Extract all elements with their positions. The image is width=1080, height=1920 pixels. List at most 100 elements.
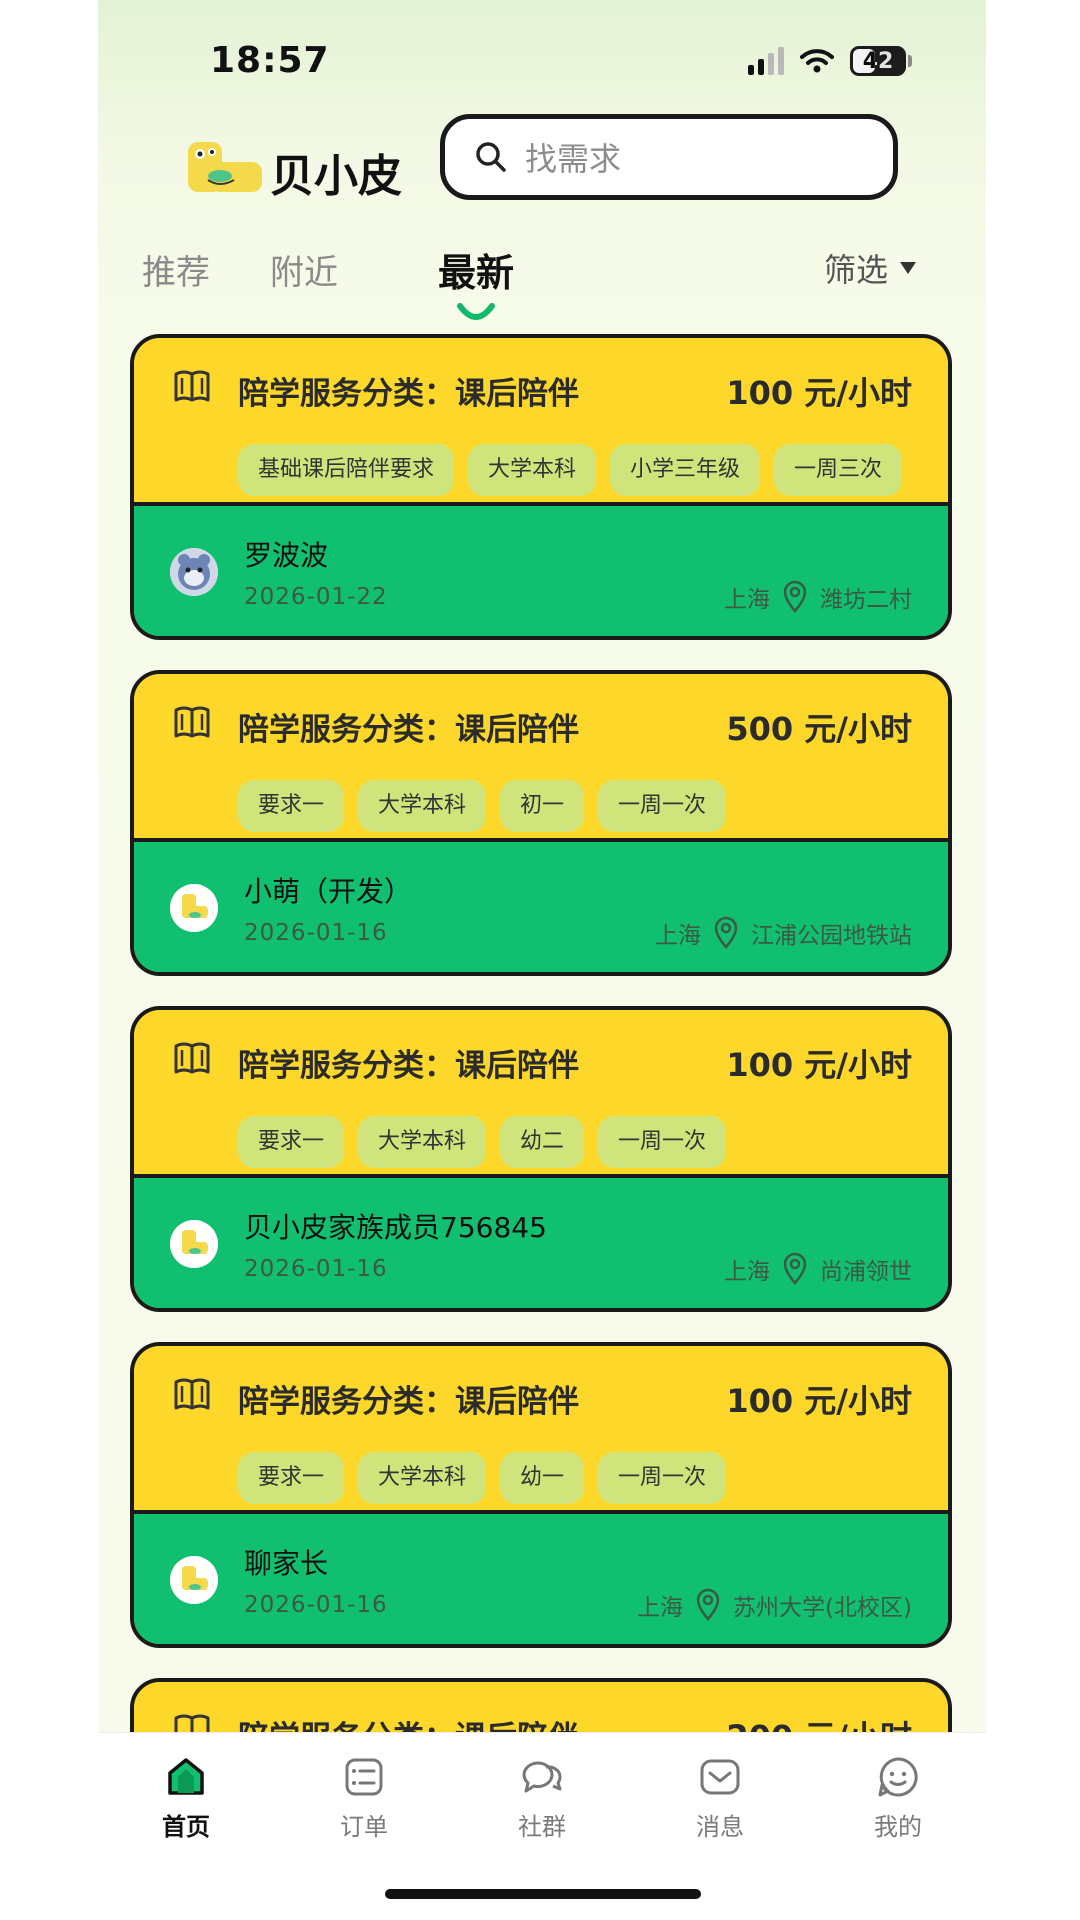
avatar[interactable]	[170, 1220, 218, 1268]
nav-label: 订单	[340, 1813, 388, 1841]
location: 上海 苏州大学(北校区)	[637, 1588, 912, 1622]
location-pin-icon	[783, 1252, 807, 1285]
tag: 小学三年级	[610, 444, 761, 496]
card-price: 100 元/小时	[726, 374, 912, 412]
location: 上海 尚浦领世	[724, 1252, 912, 1286]
wifi-icon	[800, 49, 834, 73]
user-name: 小萌（开发）	[244, 875, 413, 908]
place: 潍坊二村	[820, 587, 912, 613]
avatar[interactable]	[170, 548, 218, 596]
tag: 大学本科	[358, 1116, 487, 1168]
tag: 要求一	[238, 1452, 345, 1504]
card-footer: 聊家长 2026-01-16 上海 苏州大学(北校区)	[134, 1514, 948, 1644]
card-price: 100 元/小时	[726, 1046, 912, 1084]
card-header: 陪学服务分类：课后陪伴 100 元/小时 基础课后陪伴要求 大学本科 小学三年级…	[134, 338, 948, 506]
dropdown-triangle-icon	[900, 262, 916, 274]
nav-orders[interactable]: 订单	[304, 1755, 424, 1842]
book-icon	[174, 1042, 210, 1074]
search-input[interactable]: 找需求	[440, 114, 898, 200]
card-footer: 贝小皮家族成员756845 2026-01-16 上海 尚浦领世	[134, 1178, 948, 1308]
tag: 大学本科	[358, 780, 487, 832]
location: 上海 潍坊二村	[724, 580, 912, 614]
card-footer: 小萌（开发） 2026-01-16 上海 江浦公园地铁站	[134, 842, 948, 972]
tab-recommend[interactable]: 推荐	[142, 245, 210, 294]
city: 上海	[724, 1259, 770, 1285]
card-header: 陪学服务分类：课后陪伴 100 元/小时 要求一 大学本科 幼一 一周一次	[134, 1346, 948, 1514]
avatar[interactable]	[170, 1556, 218, 1604]
tag: 要求一	[238, 1116, 345, 1168]
filter-label: 筛选	[823, 251, 888, 289]
status-icons: 42	[748, 46, 912, 76]
tag-list: 要求一 大学本科 幼一 一周一次	[238, 1452, 727, 1504]
battery-icon: 42	[850, 46, 906, 76]
nav-profile[interactable]: 我的	[838, 1755, 958, 1842]
post-date: 2026-01-22	[244, 584, 388, 610]
place: 尚浦领世	[820, 1259, 912, 1285]
location-pin-icon	[783, 580, 807, 613]
bottom-tab-bar: 首页 订单 社群 消息 我的	[98, 1732, 986, 1920]
battery-level: 42	[862, 48, 894, 74]
status-time: 18:57	[210, 40, 330, 81]
book-icon	[174, 1378, 210, 1410]
city: 上海	[724, 587, 770, 613]
post-date: 2026-01-16	[244, 1256, 388, 1282]
tag: 一周一次	[598, 1116, 727, 1168]
post-date: 2026-01-16	[244, 1592, 388, 1618]
card-header: 陪学服务分类：课后陪伴 100 元/小时 要求一 大学本科 幼二 一周一次	[134, 1010, 948, 1178]
tag: 一周一次	[598, 1452, 727, 1504]
nav-community[interactable]: 社群	[482, 1755, 602, 1842]
profile-face-icon	[878, 1757, 918, 1797]
cellular-signal-icon	[748, 47, 784, 75]
demand-card[interactable]: 陪学服务分类：课后陪伴 100 元/小时 要求一 大学本科 幼一 一周一次 聊家…	[130, 1342, 952, 1648]
location: 上海 江浦公园地铁站	[655, 916, 912, 950]
tag-list: 要求一 大学本科 初一 一周一次	[238, 780, 727, 832]
demand-card[interactable]: 陪学服务分类：课后陪伴 100 元/小时 要求一 大学本科 幼二 一周一次 贝小…	[130, 1006, 952, 1312]
brand-name: 贝小皮	[270, 151, 402, 202]
user-name: 聊家长	[244, 1547, 329, 1580]
home-icon	[168, 1758, 204, 1795]
app-screen: 18:57 42 贝小皮 找需求 推荐 附近 最新 筛选 陪学服务分类：课后陪伴…	[98, 0, 986, 1920]
card-price: 500 元/小时	[726, 710, 912, 748]
place: 江浦公园地铁站	[751, 923, 912, 949]
tag: 要求一	[238, 780, 345, 832]
filter-button[interactable]: 筛选	[824, 245, 916, 291]
home-indicator	[385, 1889, 701, 1899]
city: 上海	[637, 1595, 684, 1621]
app-logo	[188, 142, 262, 192]
user-name: 罗波波	[244, 539, 329, 572]
card-header: 陪学服务分类：课后陪伴 500 元/小时 要求一 大学本科 初一 一周一次	[134, 674, 948, 842]
user-name: 贝小皮家族成员756845	[244, 1211, 547, 1244]
nav-label: 消息	[696, 1813, 744, 1841]
demand-card[interactable]: 陪学服务分类：课后陪伴 500 元/小时 要求一 大学本科 初一 一周一次 小萌…	[130, 670, 952, 976]
place: 苏州大学(北校区)	[733, 1595, 912, 1621]
demand-card[interactable]: 陪学服务分类：课后陪伴 100 元/小时 基础课后陪伴要求 大学本科 小学三年级…	[130, 334, 952, 640]
search-placeholder: 找需求	[525, 140, 622, 178]
tag: 幼二	[500, 1116, 585, 1168]
tag: 幼一	[500, 1452, 585, 1504]
tab-nearby[interactable]: 附近	[270, 245, 338, 294]
tag: 基础课后陪伴要求	[238, 444, 455, 496]
location-pin-icon	[714, 916, 738, 949]
card-title: 陪学服务分类：课后陪伴	[238, 1384, 579, 1420]
order-list-icon	[345, 1758, 383, 1796]
card-footer: 罗波波 2026-01-22 上海 潍坊二村	[134, 506, 948, 636]
search-icon	[476, 142, 506, 172]
nav-home[interactable]: 首页	[126, 1755, 246, 1842]
tag: 初一	[500, 780, 585, 832]
city: 上海	[655, 923, 701, 949]
card-title: 陪学服务分类：课后陪伴	[238, 1048, 579, 1084]
post-date: 2026-01-16	[244, 920, 388, 946]
tab-latest[interactable]: 最新	[438, 242, 514, 297]
nav-label: 首页	[162, 1813, 210, 1841]
card-price: 100 元/小时	[726, 1382, 912, 1420]
tag: 一周三次	[774, 444, 903, 496]
tag-list: 要求一 大学本科 幼二 一周一次	[238, 1116, 727, 1168]
nav-messages[interactable]: 消息	[660, 1755, 780, 1842]
tag-list: 基础课后陪伴要求 大学本科 小学三年级 一周三次	[238, 444, 903, 496]
tag: 大学本科	[358, 1452, 487, 1504]
nav-label: 我的	[874, 1813, 922, 1841]
avatar[interactable]	[170, 884, 218, 932]
location-pin-icon	[696, 1588, 720, 1621]
active-tab-indicator	[457, 303, 495, 320]
card-title: 陪学服务分类：课后陪伴	[238, 376, 579, 412]
